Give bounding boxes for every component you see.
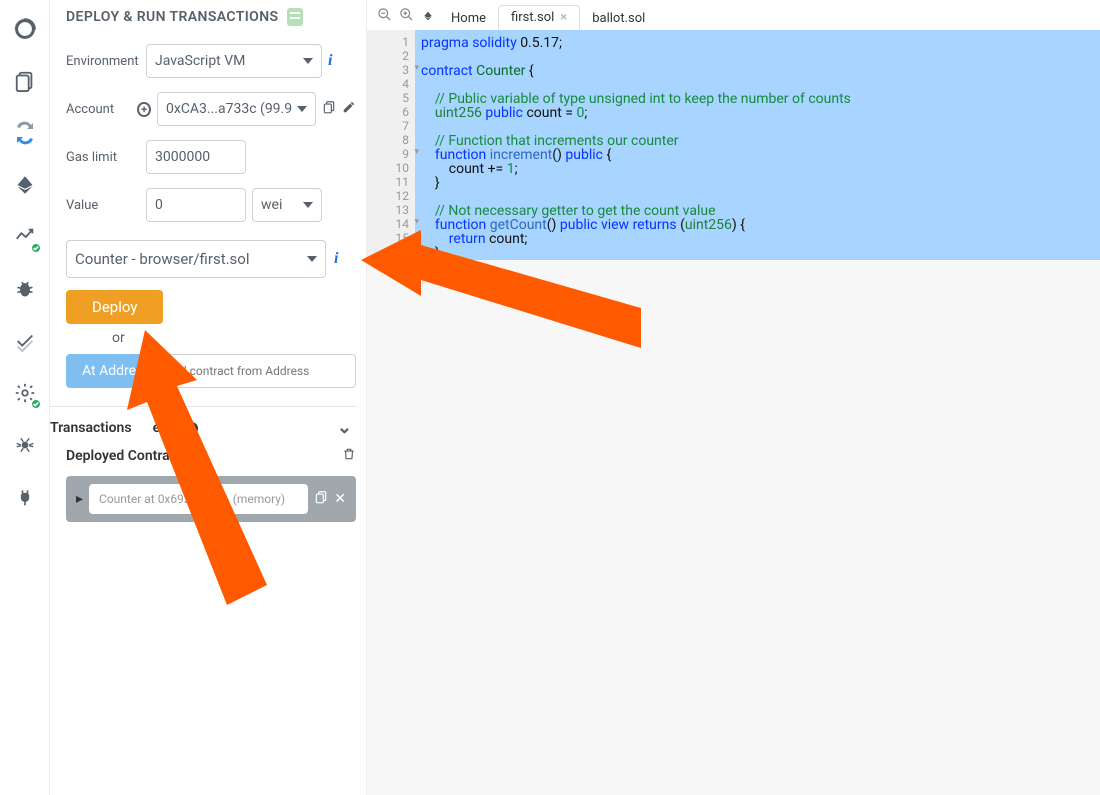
editor-area: Home first.sol × ballot.sol 1234567891011…: [367, 0, 1100, 795]
status-ok-icon: [30, 242, 42, 254]
tab-label: first.sol: [511, 10, 554, 25]
contract-select[interactable]: Counter - browser/first.sol: [66, 240, 326, 278]
spider-icon[interactable]: [10, 430, 40, 460]
code-content[interactable]: pragma solidity 0.5.17; contract Counter…: [415, 30, 1100, 260]
account-select[interactable]: 0xCA3...a733c (99.9: [157, 92, 316, 126]
deployed-contract-suffix: A (memory): [222, 492, 285, 506]
chevron-down-icon[interactable]: ⌄: [337, 417, 352, 438]
code-editor[interactable]: 12345678910111213141516 pragma solidity …: [367, 30, 1100, 260]
add-account-icon[interactable]: +: [137, 102, 151, 117]
value-unit-select[interactable]: wei: [252, 188, 322, 222]
deployed-contract-card[interactable]: Counter at 0x692...7XXA (memory): [89, 484, 308, 514]
status-ok-icon: [30, 398, 42, 410]
transactions-recorded-row[interactable]: Transactions XXed: 1 ⌄: [50, 406, 356, 438]
compile-icon[interactable]: [10, 118, 40, 148]
eth-home-icon: [417, 9, 439, 30]
tx-recorded-label: Transactions: [50, 420, 132, 436]
value-label: Value: [66, 198, 140, 213]
gaslimit-input[interactable]: [146, 140, 246, 174]
plug-icon[interactable]: [10, 482, 40, 512]
environment-label: Environment: [66, 54, 140, 69]
tab-first[interactable]: first.sol ×: [498, 5, 580, 30]
account-label: Account: [66, 102, 131, 117]
info-icon[interactable]: i: [328, 52, 332, 70]
deploy-icon[interactable]: [10, 170, 40, 200]
tests-icon[interactable]: [10, 326, 40, 356]
line-gutter: 12345678910111213141516: [367, 30, 415, 260]
deployed-contract-item: ▸ Counter at 0x692...7XXA (memory) ✕: [66, 476, 356, 522]
deployed-contract-text: Counter at 0x692...7: [99, 492, 207, 506]
analysis-icon[interactable]: [10, 222, 40, 252]
debugger-icon[interactable]: [10, 274, 40, 304]
deployed-contracts-label: Deployed Contracts: [66, 448, 189, 464]
doc-badge-icon[interactable]: [287, 8, 303, 26]
environment-select[interactable]: JavaScript VM: [146, 44, 322, 78]
tab-home[interactable]: Home: [439, 7, 498, 30]
trash-icon[interactable]: [342, 446, 356, 466]
zoom-out-icon[interactable]: [373, 7, 395, 30]
expand-icon[interactable]: ▸: [76, 491, 83, 507]
editor-blank-area: [367, 260, 1100, 795]
panel-title-text: DEPLOY & RUN TRANSACTIONS: [66, 9, 279, 25]
icon-rail: [0, 0, 50, 795]
tx-count-badge: 1: [179, 422, 197, 435]
at-address-button[interactable]: At Addre: [66, 354, 152, 388]
deploy-panel: DEPLOY & RUN TRANSACTIONS Environment Ja…: [50, 0, 367, 795]
edit-account-icon[interactable]: [342, 100, 356, 118]
tab-bar: Home first.sol × ballot.sol: [367, 0, 1100, 30]
close-tab-icon[interactable]: ×: [560, 10, 567, 25]
close-icon[interactable]: ✕: [334, 491, 346, 507]
copy-account-icon[interactable]: [322, 99, 336, 119]
info-icon[interactable]: i: [334, 250, 338, 268]
tab-ballot[interactable]: ballot.sol: [580, 7, 657, 30]
at-address-input[interactable]: [152, 354, 356, 388]
deploy-button[interactable]: Deploy: [66, 290, 163, 324]
gaslimit-label: Gas limit: [66, 150, 140, 165]
copy-icon[interactable]: [314, 489, 328, 509]
panel-title: DEPLOY & RUN TRANSACTIONS: [66, 8, 356, 26]
settings-icon[interactable]: [10, 378, 40, 408]
or-text: or: [112, 330, 356, 346]
files-icon[interactable]: [10, 66, 40, 96]
tx-recorded-suffix: ed:: [153, 420, 172, 436]
value-input[interactable]: [146, 188, 246, 222]
remix-logo-icon[interactable]: [10, 14, 40, 44]
zoom-in-icon[interactable]: [395, 7, 417, 30]
